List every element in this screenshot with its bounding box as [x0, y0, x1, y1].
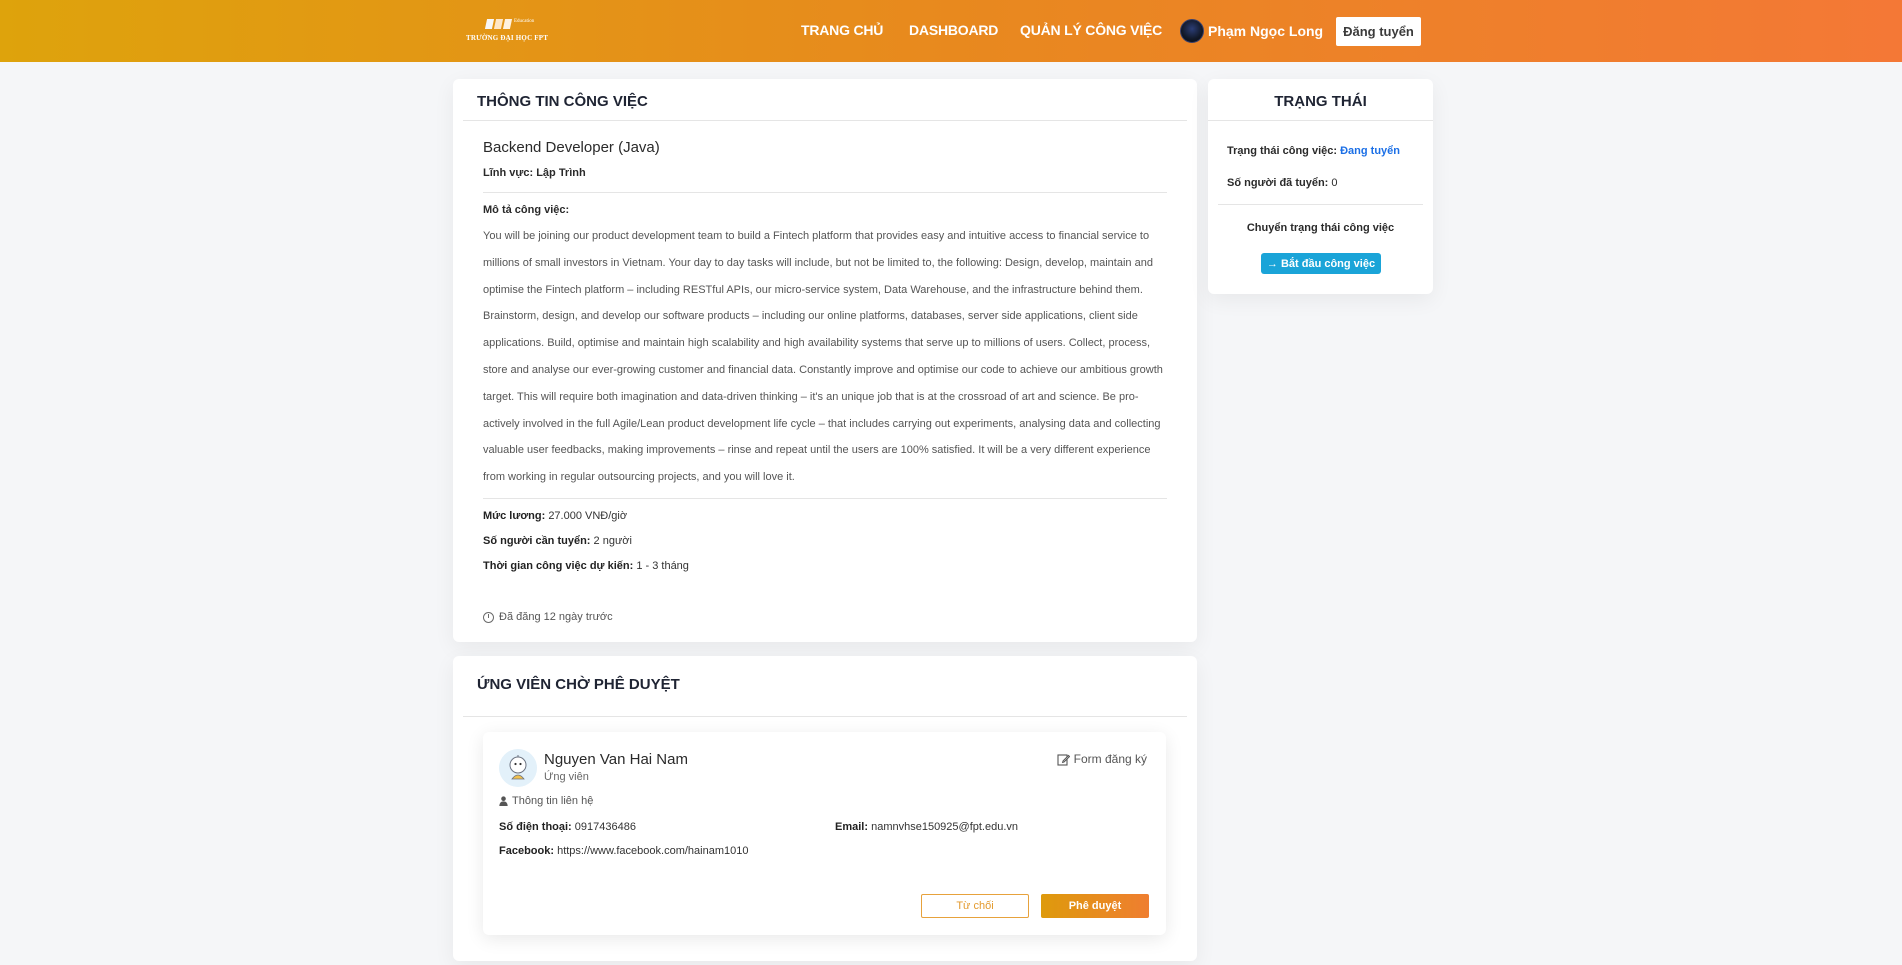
candidate-email: Email: namnvhse150925@fpt.edu.vn: [835, 821, 1018, 833]
job-status-value: Đang tuyển: [1340, 145, 1400, 157]
facebook-label: Facebook:: [499, 845, 555, 857]
facebook-value[interactable]: https://www.facebook.com/hainam1010: [557, 845, 748, 857]
job-info-card: THÔNG TIN CÔNG VIỆC Backend Developer (J…: [453, 79, 1197, 642]
divider: [463, 716, 1187, 717]
salary-value: 27.000 VNĐ/giờ: [548, 510, 628, 522]
job-status-label: Trạng thái công việc:: [1227, 145, 1338, 157]
posted-text: Đã đăng 12 ngày trước: [499, 611, 613, 623]
fpt-university-logo[interactable]: Education TRƯỜNG ĐẠI HỌC FPT: [466, 17, 556, 47]
logo-education-text: Education: [514, 19, 535, 24]
approve-button[interactable]: Phê duyệt: [1041, 894, 1149, 918]
divider: [1218, 204, 1423, 205]
hired-count-value: 0: [1331, 177, 1338, 189]
candidate-avatar: [499, 749, 537, 787]
start-job-button[interactable]: → Bắt đầu công việc: [1261, 253, 1381, 274]
duration-label: Thời gian công việc dự kiến:: [483, 560, 634, 572]
candidate-phone: Số điện thoại: 0917436486: [499, 821, 636, 833]
job-description: You will be joining our product developm…: [483, 230, 1163, 484]
switch-status-label: Chuyển trạng thái công việc: [1246, 222, 1395, 234]
headcount-value: 2 người: [593, 535, 632, 547]
job-field-value: Lập Trình: [536, 167, 586, 179]
salary-label: Mức lương:: [483, 510, 546, 522]
headcount-label: Số người cần tuyển:: [483, 535, 591, 547]
posted-time: Đã đăng 12 ngày trước: [483, 611, 613, 623]
nav-dashboard[interactable]: DASHBOARD: [909, 22, 998, 38]
status-title: TRẠNG THÁI: [1274, 93, 1367, 110]
job-field: Lĩnh vực: Lập Trình: [483, 167, 586, 179]
job-description-label: Mô tả công việc:: [483, 204, 570, 216]
job-status: Trạng thái công việc: Đang tuyển: [1227, 145, 1400, 157]
job-title: Backend Developer (Java): [483, 139, 660, 156]
user-name: Phạm Ngọc Long: [1208, 23, 1324, 39]
email-label: Email:: [835, 821, 869, 833]
duration-value: 1 - 3 tháng: [636, 560, 689, 572]
post-job-button[interactable]: Đăng tuyển: [1336, 17, 1421, 46]
divider: [483, 498, 1167, 499]
pending-candidates-title: ỨNG VIÊN CHỜ PHÊ DUYỆT: [477, 676, 680, 693]
candidate-facebook: Facebook: https://www.facebook.com/haina…: [499, 845, 748, 857]
fpt-logo-mark: [484, 17, 513, 31]
contact-info-label: Thông tin liên hệ: [512, 795, 594, 807]
candidate-role: Ứng viên: [544, 771, 589, 783]
registration-form-link[interactable]: Form đăng ký: [1057, 752, 1147, 766]
hired-count-label: Số người đã tuyển:: [1227, 177, 1329, 189]
job-headcount: Số người cần tuyển: 2 người: [483, 535, 632, 547]
user-menu[interactable]: Phạm Ngọc Long: [1180, 19, 1323, 43]
nav-home[interactable]: TRANG CHỦ: [801, 22, 883, 38]
logo-university-name: TRƯỜNG ĐẠI HỌC FPT: [466, 34, 549, 42]
edit-form-icon: [1057, 753, 1070, 766]
divider: [483, 192, 1167, 193]
job-field-label: Lĩnh vực:: [483, 167, 534, 179]
pending-candidates-card: ỨNG VIÊN CHỜ PHÊ DUYỆT Nguyen Van Hai Na…: [453, 656, 1197, 961]
nav-job-management[interactable]: QUẢN LÝ CÔNG VIỆC: [1020, 22, 1162, 38]
hired-count: Số người đã tuyển: 0: [1227, 177, 1338, 189]
clock-icon: [483, 611, 494, 623]
status-card: TRẠNG THÁI Trạng thái công việc: Đang tu…: [1208, 79, 1433, 294]
form-link-label: Form đăng ký: [1073, 752, 1147, 766]
divider: [1208, 120, 1433, 121]
reject-button[interactable]: Từ chối: [921, 894, 1029, 918]
job-salary: Mức lương: 27.000 VNĐ/giờ: [483, 510, 627, 522]
candidate-name: Nguyen Van Hai Nam: [544, 751, 688, 768]
job-duration: Thời gian công việc dự kiến: 1 - 3 tháng: [483, 560, 689, 572]
divider: [463, 120, 1187, 121]
job-info-title: THÔNG TIN CÔNG VIỆC: [477, 93, 648, 110]
phone-label: Số điện thoại:: [499, 821, 572, 833]
top-navbar: Education TRƯỜNG ĐẠI HỌC FPT TRANG CHỦ D…: [0, 0, 1902, 62]
candidate-card: Nguyen Van Hai Nam Ứng viên Form đăng ký…: [483, 732, 1166, 935]
phone-value: 0917436486: [574, 821, 636, 833]
user-icon: [499, 796, 508, 806]
user-avatar: [1180, 19, 1204, 43]
contact-info-heading: Thông tin liên hệ: [499, 795, 593, 807]
email-value: namnvhse150925@fpt.edu.vn: [871, 821, 1019, 833]
